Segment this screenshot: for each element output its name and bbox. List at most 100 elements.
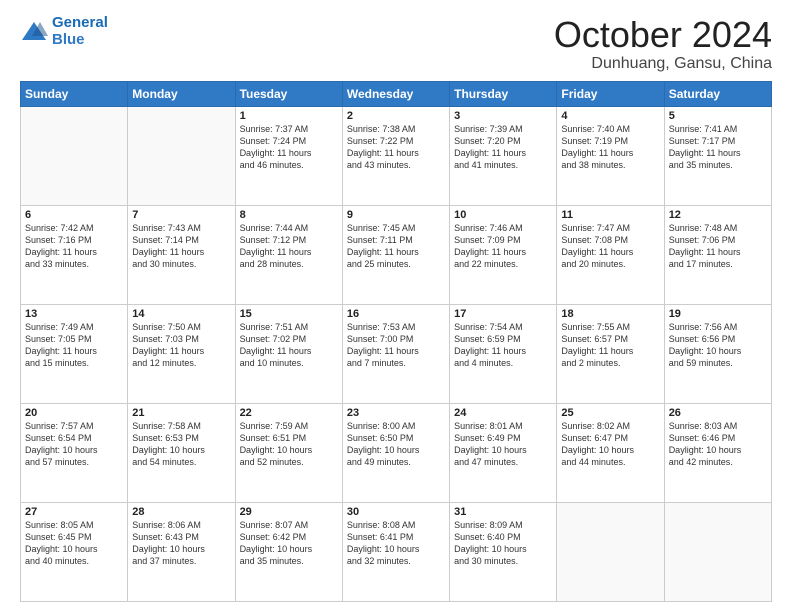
day-info: Sunrise: 8:06 AM Sunset: 6:43 PM Dayligh… bbox=[132, 519, 230, 568]
location: Dunhuang, Gansu, China bbox=[554, 55, 772, 73]
day-number: 22 bbox=[240, 407, 338, 419]
calendar-header-row: SundayMondayTuesdayWednesdayThursdayFrid… bbox=[21, 81, 772, 106]
page: General Blue October 2024 Dunhuang, Gans… bbox=[0, 0, 792, 612]
day-info: Sunrise: 7:56 AM Sunset: 6:56 PM Dayligh… bbox=[669, 321, 767, 370]
day-cell-30: 30Sunrise: 8:08 AM Sunset: 6:41 PM Dayli… bbox=[342, 502, 449, 601]
day-cell-26: 26Sunrise: 8:03 AM Sunset: 6:46 PM Dayli… bbox=[664, 403, 771, 502]
day-cell-13: 13Sunrise: 7:49 AM Sunset: 7:05 PM Dayli… bbox=[21, 304, 128, 403]
day-number: 29 bbox=[240, 506, 338, 518]
day-cell-14: 14Sunrise: 7:50 AM Sunset: 7:03 PM Dayli… bbox=[128, 304, 235, 403]
day-info: Sunrise: 8:03 AM Sunset: 6:46 PM Dayligh… bbox=[669, 420, 767, 469]
day-info: Sunrise: 7:54 AM Sunset: 6:59 PM Dayligh… bbox=[454, 321, 552, 370]
day-info: Sunrise: 7:49 AM Sunset: 7:05 PM Dayligh… bbox=[25, 321, 123, 370]
day-cell-11: 11Sunrise: 7:47 AM Sunset: 7:08 PM Dayli… bbox=[557, 205, 664, 304]
day-number: 13 bbox=[25, 308, 123, 320]
week-row-3: 13Sunrise: 7:49 AM Sunset: 7:05 PM Dayli… bbox=[21, 304, 772, 403]
day-number: 31 bbox=[454, 506, 552, 518]
day-cell-18: 18Sunrise: 7:55 AM Sunset: 6:57 PM Dayli… bbox=[557, 304, 664, 403]
empty-cell bbox=[128, 106, 235, 205]
day-number: 20 bbox=[25, 407, 123, 419]
day-number: 12 bbox=[669, 209, 767, 221]
day-number: 4 bbox=[561, 110, 659, 122]
week-row-5: 27Sunrise: 8:05 AM Sunset: 6:45 PM Dayli… bbox=[21, 502, 772, 601]
day-info: Sunrise: 7:48 AM Sunset: 7:06 PM Dayligh… bbox=[669, 222, 767, 271]
day-info: Sunrise: 8:00 AM Sunset: 6:50 PM Dayligh… bbox=[347, 420, 445, 469]
day-cell-21: 21Sunrise: 7:58 AM Sunset: 6:53 PM Dayli… bbox=[128, 403, 235, 502]
day-cell-10: 10Sunrise: 7:46 AM Sunset: 7:09 PM Dayli… bbox=[450, 205, 557, 304]
day-info: Sunrise: 7:40 AM Sunset: 7:19 PM Dayligh… bbox=[561, 123, 659, 172]
day-header-wednesday: Wednesday bbox=[342, 81, 449, 106]
day-cell-8: 8Sunrise: 7:44 AM Sunset: 7:12 PM Daylig… bbox=[235, 205, 342, 304]
day-number: 2 bbox=[347, 110, 445, 122]
day-number: 7 bbox=[132, 209, 230, 221]
day-cell-7: 7Sunrise: 7:43 AM Sunset: 7:14 PM Daylig… bbox=[128, 205, 235, 304]
day-number: 3 bbox=[454, 110, 552, 122]
day-cell-23: 23Sunrise: 8:00 AM Sunset: 6:50 PM Dayli… bbox=[342, 403, 449, 502]
day-info: Sunrise: 7:55 AM Sunset: 6:57 PM Dayligh… bbox=[561, 321, 659, 370]
day-number: 1 bbox=[240, 110, 338, 122]
month-title: October 2024 bbox=[554, 15, 772, 55]
day-number: 21 bbox=[132, 407, 230, 419]
day-number: 26 bbox=[669, 407, 767, 419]
day-number: 16 bbox=[347, 308, 445, 320]
day-cell-28: 28Sunrise: 8:06 AM Sunset: 6:43 PM Dayli… bbox=[128, 502, 235, 601]
day-cell-17: 17Sunrise: 7:54 AM Sunset: 6:59 PM Dayli… bbox=[450, 304, 557, 403]
day-number: 18 bbox=[561, 308, 659, 320]
day-cell-1: 1Sunrise: 7:37 AM Sunset: 7:24 PM Daylig… bbox=[235, 106, 342, 205]
day-number: 30 bbox=[347, 506, 445, 518]
day-info: Sunrise: 8:08 AM Sunset: 6:41 PM Dayligh… bbox=[347, 519, 445, 568]
header: General Blue October 2024 Dunhuang, Gans… bbox=[20, 15, 772, 73]
day-info: Sunrise: 8:02 AM Sunset: 6:47 PM Dayligh… bbox=[561, 420, 659, 469]
day-cell-6: 6Sunrise: 7:42 AM Sunset: 7:16 PM Daylig… bbox=[21, 205, 128, 304]
empty-cell bbox=[664, 502, 771, 601]
day-info: Sunrise: 7:37 AM Sunset: 7:24 PM Dayligh… bbox=[240, 123, 338, 172]
logo-icon bbox=[20, 18, 48, 46]
day-info: Sunrise: 7:41 AM Sunset: 7:17 PM Dayligh… bbox=[669, 123, 767, 172]
day-info: Sunrise: 7:58 AM Sunset: 6:53 PM Dayligh… bbox=[132, 420, 230, 469]
day-header-friday: Friday bbox=[557, 81, 664, 106]
day-info: Sunrise: 8:07 AM Sunset: 6:42 PM Dayligh… bbox=[240, 519, 338, 568]
day-number: 28 bbox=[132, 506, 230, 518]
day-number: 27 bbox=[25, 506, 123, 518]
day-number: 25 bbox=[561, 407, 659, 419]
day-number: 8 bbox=[240, 209, 338, 221]
day-number: 9 bbox=[347, 209, 445, 221]
week-row-4: 20Sunrise: 7:57 AM Sunset: 6:54 PM Dayli… bbox=[21, 403, 772, 502]
day-cell-27: 27Sunrise: 8:05 AM Sunset: 6:45 PM Dayli… bbox=[21, 502, 128, 601]
day-info: Sunrise: 8:01 AM Sunset: 6:49 PM Dayligh… bbox=[454, 420, 552, 469]
day-number: 19 bbox=[669, 308, 767, 320]
day-info: Sunrise: 7:42 AM Sunset: 7:16 PM Dayligh… bbox=[25, 222, 123, 271]
day-header-tuesday: Tuesday bbox=[235, 81, 342, 106]
day-number: 6 bbox=[25, 209, 123, 221]
day-cell-9: 9Sunrise: 7:45 AM Sunset: 7:11 PM Daylig… bbox=[342, 205, 449, 304]
day-info: Sunrise: 7:51 AM Sunset: 7:02 PM Dayligh… bbox=[240, 321, 338, 370]
day-info: Sunrise: 8:05 AM Sunset: 6:45 PM Dayligh… bbox=[25, 519, 123, 568]
day-info: Sunrise: 7:44 AM Sunset: 7:12 PM Dayligh… bbox=[240, 222, 338, 271]
day-info: Sunrise: 7:38 AM Sunset: 7:22 PM Dayligh… bbox=[347, 123, 445, 172]
day-cell-19: 19Sunrise: 7:56 AM Sunset: 6:56 PM Dayli… bbox=[664, 304, 771, 403]
day-number: 10 bbox=[454, 209, 552, 221]
day-header-sunday: Sunday bbox=[21, 81, 128, 106]
day-cell-20: 20Sunrise: 7:57 AM Sunset: 6:54 PM Dayli… bbox=[21, 403, 128, 502]
day-cell-2: 2Sunrise: 7:38 AM Sunset: 7:22 PM Daylig… bbox=[342, 106, 449, 205]
week-row-2: 6Sunrise: 7:42 AM Sunset: 7:16 PM Daylig… bbox=[21, 205, 772, 304]
day-number: 11 bbox=[561, 209, 659, 221]
day-info: Sunrise: 7:39 AM Sunset: 7:20 PM Dayligh… bbox=[454, 123, 552, 172]
day-cell-24: 24Sunrise: 8:01 AM Sunset: 6:49 PM Dayli… bbox=[450, 403, 557, 502]
day-cell-22: 22Sunrise: 7:59 AM Sunset: 6:51 PM Dayli… bbox=[235, 403, 342, 502]
day-number: 24 bbox=[454, 407, 552, 419]
day-info: Sunrise: 7:50 AM Sunset: 7:03 PM Dayligh… bbox=[132, 321, 230, 370]
day-cell-31: 31Sunrise: 8:09 AM Sunset: 6:40 PM Dayli… bbox=[450, 502, 557, 601]
day-number: 14 bbox=[132, 308, 230, 320]
day-cell-12: 12Sunrise: 7:48 AM Sunset: 7:06 PM Dayli… bbox=[664, 205, 771, 304]
logo: General Blue bbox=[20, 15, 108, 48]
day-info: Sunrise: 7:57 AM Sunset: 6:54 PM Dayligh… bbox=[25, 420, 123, 469]
week-row-1: 1Sunrise: 7:37 AM Sunset: 7:24 PM Daylig… bbox=[21, 106, 772, 205]
day-cell-25: 25Sunrise: 8:02 AM Sunset: 6:47 PM Dayli… bbox=[557, 403, 664, 502]
empty-cell bbox=[21, 106, 128, 205]
day-info: Sunrise: 7:46 AM Sunset: 7:09 PM Dayligh… bbox=[454, 222, 552, 271]
day-cell-16: 16Sunrise: 7:53 AM Sunset: 7:00 PM Dayli… bbox=[342, 304, 449, 403]
day-info: Sunrise: 7:53 AM Sunset: 7:00 PM Dayligh… bbox=[347, 321, 445, 370]
day-header-monday: Monday bbox=[128, 81, 235, 106]
title-block: October 2024 Dunhuang, Gansu, China bbox=[554, 15, 772, 73]
